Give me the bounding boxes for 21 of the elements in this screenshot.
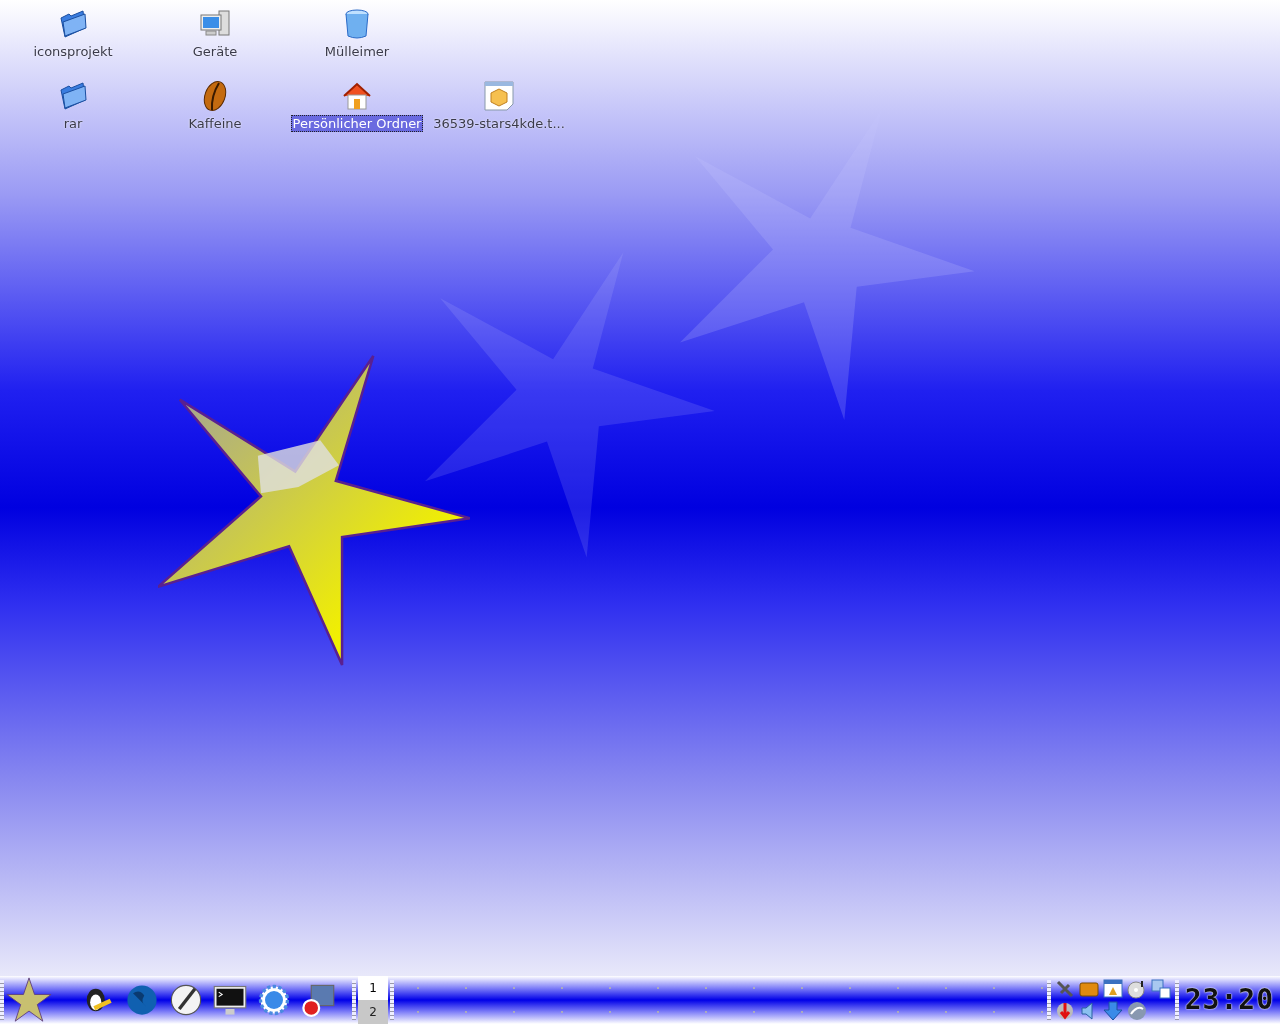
folder-icon <box>57 80 89 112</box>
icon-label[interactable]: Kaffeine <box>186 115 244 132</box>
desktop-pager-button[interactable]: 2 <box>358 1000 388 1024</box>
download-arrow-icon[interactable] <box>1102 1001 1123 1021</box>
gear-globe-icon[interactable] <box>256 982 292 1018</box>
star-menu-icon[interactable] <box>4 977 54 1023</box>
disc-note-icon[interactable] <box>1126 979 1147 999</box>
icon-label[interactable]: Geräte <box>190 43 240 60</box>
icon-label[interactable]: rar <box>61 115 85 132</box>
home-icon <box>341 80 373 112</box>
down-arrow-disc-icon[interactable] <box>1054 1001 1075 1021</box>
wallet-icon[interactable] <box>1078 979 1099 999</box>
window-switch-icon[interactable] <box>1150 979 1171 999</box>
icon-label[interactable]: Mülleimer <box>322 43 392 60</box>
icon-label[interactable]: Persönlicher Ordner <box>290 115 424 132</box>
folder-icon <box>57 8 89 40</box>
desktop-pager-button[interactable]: 1 <box>358 976 388 1000</box>
file-icon <box>483 80 515 112</box>
icon-label[interactable]: 36539-stars4kde.t... <box>431 115 567 132</box>
icon-label[interactable]: iconsprojekt <box>31 43 115 60</box>
globe-icon[interactable] <box>124 982 160 1018</box>
